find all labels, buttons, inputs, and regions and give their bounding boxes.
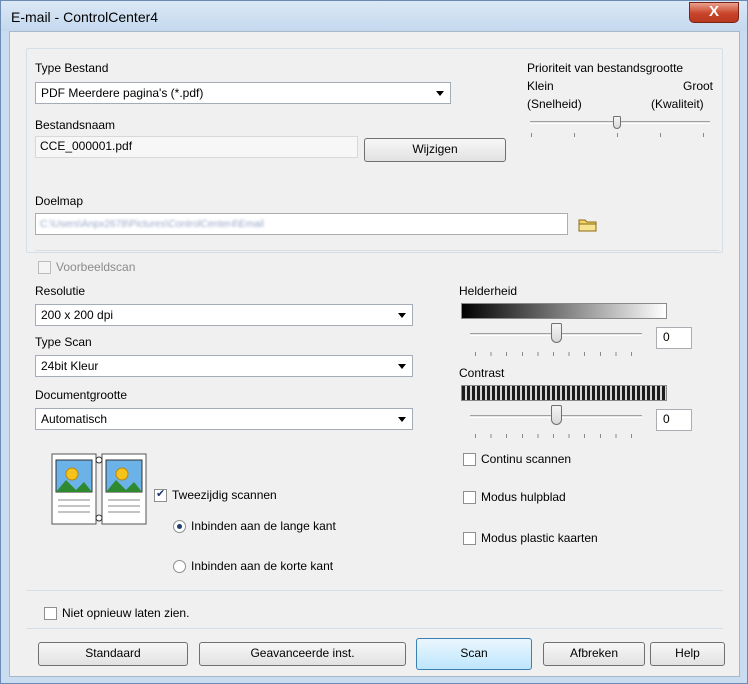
brightness-slider-thumb[interactable] xyxy=(551,323,562,343)
advanced-settings-button[interactable]: Geavanceerde inst. xyxy=(199,642,406,666)
priority-tick xyxy=(531,133,532,137)
resolution-label: Resolutie xyxy=(35,284,86,298)
contrast-slider-thumb[interactable] xyxy=(551,405,562,425)
duplex-book-icon xyxy=(50,450,148,528)
resolution-value: 200 x 200 dpi xyxy=(41,308,114,322)
title-bar[interactable]: E-mail - ControlCenter4 X xyxy=(1,1,747,31)
continuous-scan-checkbox[interactable] xyxy=(463,453,476,466)
duplex-checkbox[interactable] xyxy=(154,487,167,502)
file-name-field: CCE_000001.pdf xyxy=(35,136,358,158)
priority-tick xyxy=(617,133,618,137)
contrast-label: Contrast xyxy=(459,366,505,380)
priority-tick xyxy=(574,133,575,137)
priority-slider-thumb[interactable] xyxy=(613,116,621,129)
scan-type-value: 24bit Kleur xyxy=(41,359,99,373)
plastic-card-label: Modus plastic kaarten xyxy=(481,531,598,545)
short-edge-radio[interactable] xyxy=(173,560,186,573)
plastic-card-checkbox[interactable] xyxy=(463,532,476,545)
document-size-select[interactable]: Automatisch xyxy=(35,408,413,430)
dialog-body: Type Bestand PDF Meerdere pagina's (*.pd… xyxy=(9,31,740,677)
brightness-gradient xyxy=(461,303,667,319)
dont-show-again-checkbox[interactable] xyxy=(44,607,57,620)
brightness-value: 0 xyxy=(663,330,670,344)
chevron-down-icon xyxy=(398,364,406,369)
help-button[interactable]: Help xyxy=(650,642,725,666)
priority-label: Prioriteit van bestandsgrootte xyxy=(527,61,684,75)
divider xyxy=(26,590,723,591)
email-dialog-window: E-mail - ControlCenter4 X Type Bestand P… xyxy=(0,0,748,684)
contrast-value: 0 xyxy=(663,412,670,426)
destination-value: C:\Users\Anpx2678\Pictures\ControlCenter… xyxy=(40,219,264,230)
scan-button[interactable]: Scan xyxy=(416,638,532,670)
long-edge-radio[interactable] xyxy=(173,520,186,533)
long-edge-label: Inbinden aan de lange kant xyxy=(191,519,336,533)
priority-tick xyxy=(703,133,704,137)
priority-large-sub: (Kwaliteit) xyxy=(651,97,704,111)
file-type-label: Type Bestand xyxy=(35,61,109,75)
document-size-value: Automatisch xyxy=(41,412,108,426)
resolution-select[interactable]: 200 x 200 dpi xyxy=(35,304,413,326)
file-type-value: PDF Meerdere pagina's (*.pdf) xyxy=(41,86,204,100)
dont-show-again-label: Niet opnieuw laten zien. xyxy=(62,606,190,620)
scan-type-label: Type Scan xyxy=(35,335,92,349)
short-edge-label: Inbinden aan de korte kant xyxy=(191,559,334,573)
file-name-label: Bestandsnaam xyxy=(35,118,116,132)
folder-icon[interactable] xyxy=(578,218,598,232)
priority-large-label: Groot xyxy=(683,79,714,93)
close-icon: X xyxy=(708,3,719,20)
divider xyxy=(35,250,719,251)
divider xyxy=(26,628,723,629)
contrast-value-field[interactable]: 0 xyxy=(656,409,692,431)
cancel-button[interactable]: Afbreken xyxy=(543,642,645,666)
priority-small-sub: (Snelheid) xyxy=(527,97,582,111)
continuous-scan-label: Continu scannen xyxy=(481,452,572,466)
chevron-down-icon xyxy=(398,417,406,422)
contrast-pattern xyxy=(461,385,667,401)
chevron-down-icon xyxy=(398,313,406,318)
destination-label: Doelmap xyxy=(35,194,84,208)
scan-type-select[interactable]: 24bit Kleur xyxy=(35,355,413,377)
change-filename-button[interactable]: Wijzigen xyxy=(364,138,506,162)
preview-scan-checkbox[interactable] xyxy=(38,261,51,274)
brightness-label: Helderheid xyxy=(459,284,518,298)
preview-scan-label: Voorbeeldscan xyxy=(56,260,136,274)
contrast-ticks xyxy=(475,434,645,438)
file-type-select[interactable]: PDF Meerdere pagina's (*.pdf) xyxy=(35,82,451,104)
close-button[interactable]: X xyxy=(689,2,739,23)
window-title: E-mail - ControlCenter4 xyxy=(11,9,159,25)
carrier-sheet-label: Modus hulpblad xyxy=(481,490,566,504)
brightness-value-field[interactable]: 0 xyxy=(656,327,692,349)
duplex-label: Tweezijdig scannen xyxy=(172,488,277,502)
chevron-down-icon xyxy=(436,91,444,96)
brightness-ticks xyxy=(475,352,645,356)
default-button[interactable]: Standaard xyxy=(38,642,188,666)
priority-tick xyxy=(660,133,661,137)
document-size-label: Documentgrootte xyxy=(35,388,128,402)
carrier-sheet-checkbox[interactable] xyxy=(463,491,476,504)
destination-field[interactable]: C:\Users\Anpx2678\Pictures\ControlCenter… xyxy=(35,213,568,235)
file-name-value: CCE_000001.pdf xyxy=(40,139,133,153)
priority-small-label: Klein xyxy=(527,79,554,93)
